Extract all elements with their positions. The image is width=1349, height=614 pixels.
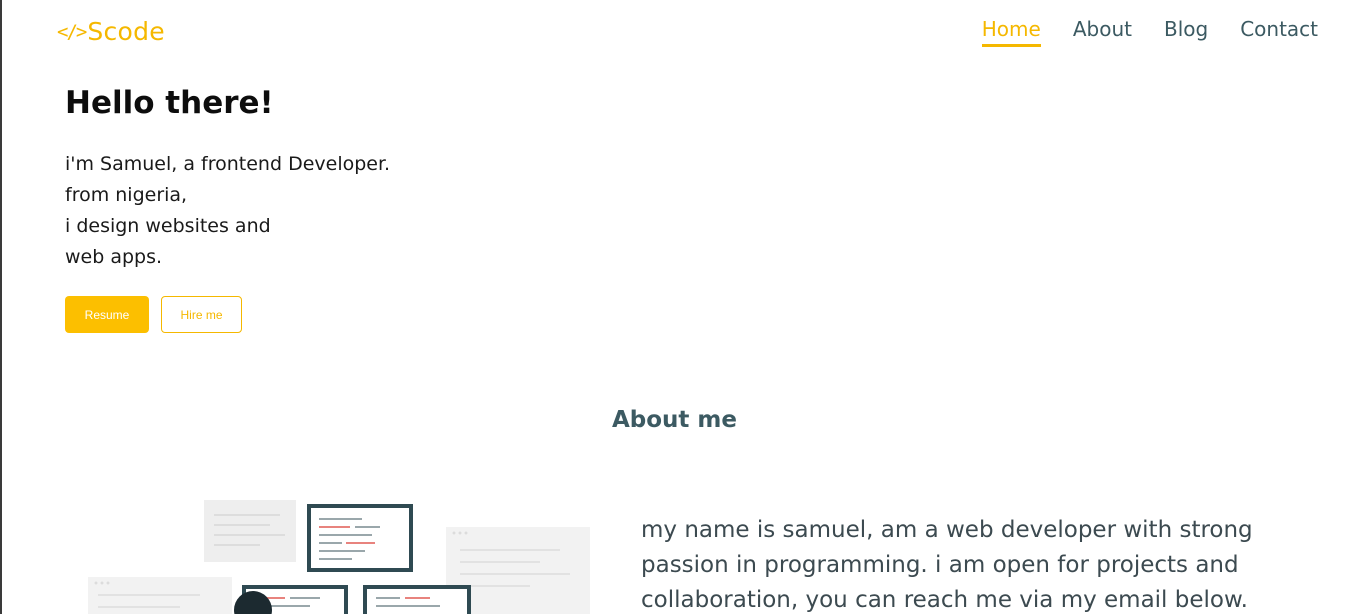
main-nav: Home About Blog Contact: [981, 17, 1318, 47]
resume-button[interactable]: Resume: [65, 296, 149, 333]
hire-me-button[interactable]: Hire me: [161, 296, 242, 333]
hero-intro: i'm Samuel, a frontend Developer. from n…: [65, 149, 390, 273]
hero-line: i design websites and: [65, 215, 271, 237]
hero-line: web apps.: [65, 246, 163, 268]
nav-home[interactable]: Home: [981, 17, 1041, 47]
hero-line: i'm Samuel, a frontend Developer.: [65, 153, 391, 175]
about-line: passion in programming. i am open for pr…: [641, 552, 1239, 578]
logo[interactable]: </> Scode: [57, 17, 165, 46]
nav-blog[interactable]: Blog: [1164, 17, 1208, 47]
logo-text: Scode: [87, 17, 165, 46]
about-heading: About me: [611, 407, 737, 433]
window-edge: [0, 0, 2, 614]
about-line: collaboration, you can reach me via my e…: [641, 587, 1248, 613]
hero-line: from nigeria,: [65, 184, 188, 206]
nav-about[interactable]: About: [1073, 17, 1132, 47]
nav-contact[interactable]: Contact: [1240, 17, 1318, 47]
hero-title: Hello there!: [65, 85, 274, 121]
code-icon: </>: [57, 20, 87, 43]
about-line: my name is samuel, am a web developer wi…: [641, 517, 1253, 543]
about-description: my name is samuel, am a web developer wi…: [641, 513, 1301, 614]
developer-illustration: [88, 500, 590, 614]
